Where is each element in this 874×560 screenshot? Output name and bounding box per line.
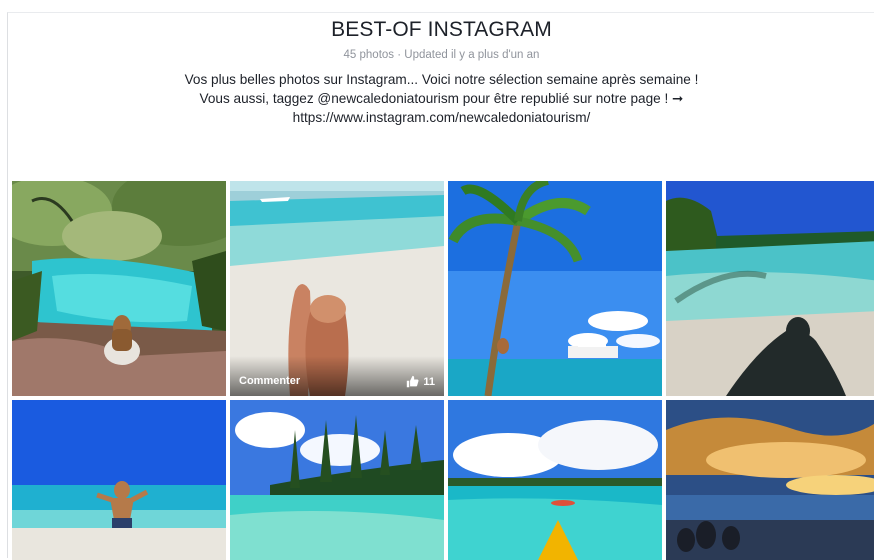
photo-woman-at-lagoon-pool[interactable] xyxy=(12,181,226,396)
photo-grid: Commenter 11 xyxy=(12,181,874,560)
photo-man-jumping-beach[interactable] xyxy=(12,400,226,560)
photo-pine-island-lagoon[interactable] xyxy=(230,400,444,560)
description-line-2: Vous aussi, taggez @newcaledoniatourism … xyxy=(199,91,684,106)
photo-legs-on-beach[interactable]: Commenter 11 xyxy=(230,181,444,396)
photo-shadow-on-lagoon[interactable] xyxy=(666,181,874,396)
photo-sunset-people-silhouette[interactable] xyxy=(666,400,874,560)
album-meta: 45 photos · Updated il y a plus d'un an xyxy=(343,49,540,61)
album-description: Vos plus belles photos sur Instagram... … xyxy=(8,70,874,127)
thumbs-up-icon xyxy=(406,375,419,388)
photo-kayak-in-lagoon[interactable] xyxy=(448,400,662,560)
comment-link[interactable]: Commenter xyxy=(239,375,300,387)
like-button[interactable]: 11 xyxy=(406,375,435,388)
like-count: 11 xyxy=(423,375,435,388)
description-link[interactable]: https://www.instagram.com/newcaledoniato… xyxy=(8,108,874,127)
description-line-1: Vos plus belles photos sur Instagram... … xyxy=(184,72,699,87)
album-card: BEST-OF INSTAGRAM 45 photos · Updated il… xyxy=(7,12,874,560)
photo-palm-tree-and-cruise-ship[interactable] xyxy=(448,181,662,396)
album-title[interactable]: BEST-OF INSTAGRAM xyxy=(8,18,874,42)
